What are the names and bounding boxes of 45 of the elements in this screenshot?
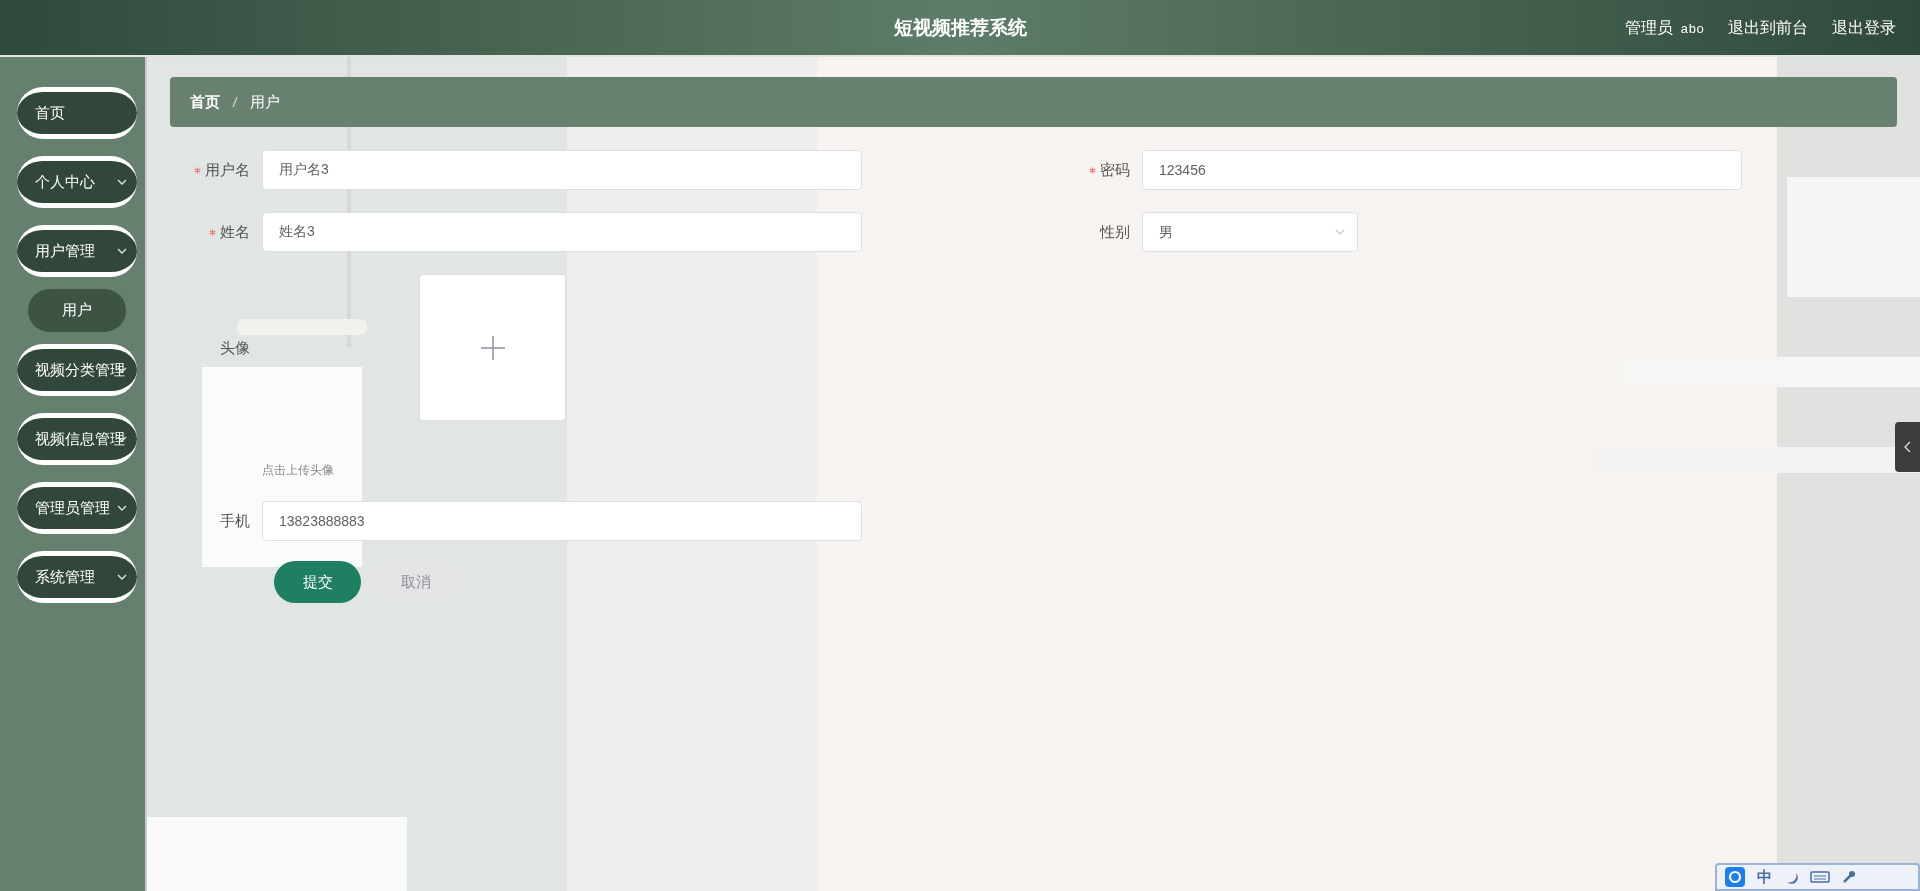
input-field[interactable]: 用户名3: [262, 150, 862, 190]
submit-button[interactable]: 提交: [274, 561, 361, 603]
app-title: 短视频推荐系统: [893, 15, 1027, 41]
chevron-down-icon: [116, 179, 127, 185]
menu-item[interactable]: 视频信息管理: [16, 413, 137, 465]
input-field[interactable]: 姓名3: [262, 212, 862, 252]
collapse-tab[interactable]: [1895, 422, 1920, 472]
breadcrumb-current: 用户: [250, 91, 280, 112]
input-field[interactable]: 123456: [1142, 150, 1742, 190]
header-link[interactable]: 退出到前台: [1728, 15, 1808, 40]
breadcrumb-separator-icon: [232, 96, 238, 108]
field-label: 密码: [1030, 158, 1142, 182]
input-field[interactable]: 13823888883: [262, 501, 862, 541]
upload-hint: 点击上传头像: [262, 462, 334, 479]
chevron-down-icon: [116, 505, 127, 511]
field-label: 手机: [219, 510, 251, 531]
field-label: 姓名: [170, 220, 262, 244]
menu-item[interactable]: 系统管理: [16, 551, 137, 603]
menu-item[interactable]: 管理员管理: [16, 482, 137, 534]
user-label: 管理员 abo: [1624, 17, 1704, 39]
plus-icon: [480, 335, 505, 360]
chevron-down-icon: [116, 248, 127, 254]
breadcrumb-link[interactable]: 首页: [190, 90, 220, 114]
chevron-left-icon: [1903, 441, 1912, 453]
header-link[interactable]: 退出登录: [1832, 15, 1896, 40]
chevron-down-icon: [116, 436, 127, 442]
input-mode-label[interactable]: 中: [1757, 865, 1772, 889]
field-label: 用户名: [170, 158, 262, 182]
submenu-item[interactable]: 用户: [27, 289, 126, 332]
keyboard-icon[interactable]: [1810, 870, 1830, 884]
field-label: 头像: [219, 338, 251, 358]
ime-logo-icon: [1725, 867, 1745, 887]
chevron-down-icon: [116, 367, 127, 373]
chevron-down-icon: [116, 574, 127, 580]
required-icon: [194, 167, 201, 175]
menu-item[interactable]: 个人中心: [16, 156, 137, 208]
field-label: 性别: [1098, 221, 1131, 242]
chevron-down-icon: [1335, 229, 1345, 235]
menu-item[interactable]: 首页: [16, 87, 137, 139]
select-field[interactable]: 男: [1142, 212, 1358, 252]
wrench-icon[interactable]: [1842, 870, 1856, 884]
required-icon: [209, 229, 216, 237]
menu-item[interactable]: 视频分类管理: [16, 344, 137, 396]
menu-item[interactable]: 用户管理: [16, 225, 137, 277]
required-icon: [1089, 167, 1096, 175]
